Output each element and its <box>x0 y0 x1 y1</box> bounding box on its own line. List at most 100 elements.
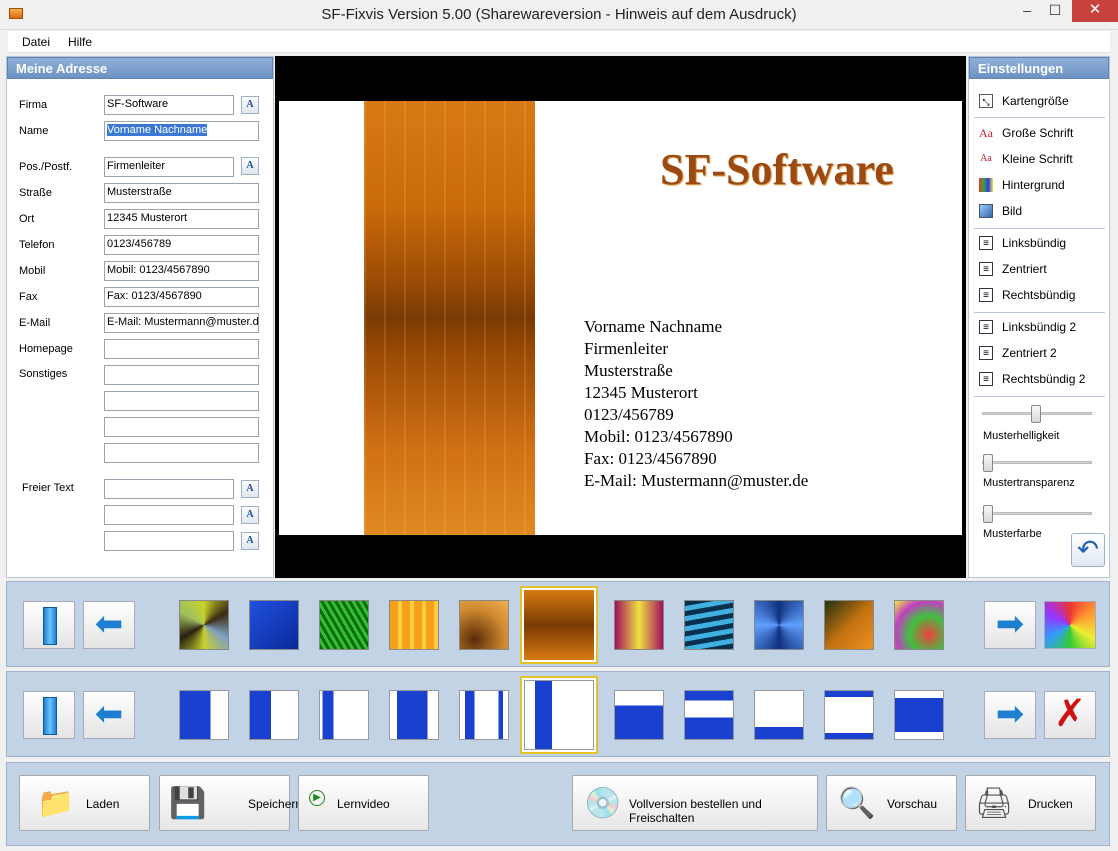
setting-align-center[interactable]: ≡ Zentriert <box>974 258 1104 280</box>
play-icon: ▶ <box>309 790 325 806</box>
card-address-block[interactable]: Vorname Nachname Firmenleiter Musterstra… <box>584 316 808 492</box>
slider-pattern-transparency[interactable] <box>982 461 1092 464</box>
card-company-name[interactable]: SF-Software <box>660 144 894 195</box>
slider-thumb[interactable] <box>983 454 993 472</box>
layout-thumb[interactable] <box>754 690 804 740</box>
label-sonstiges: Sonstiges <box>19 368 68 380</box>
setting-label: Zentriert <box>1002 262 1047 276</box>
layout-thumb[interactable] <box>249 690 299 740</box>
minimize-button[interactable]: – <box>1012 0 1042 22</box>
pattern-thumb[interactable] <box>684 600 734 650</box>
setting-large-font[interactable]: Aa Große Schrift <box>974 122 1104 144</box>
slider-thumb[interactable] <box>983 505 993 523</box>
pattern-thumb[interactable] <box>459 600 509 650</box>
undo-button[interactable]: ↶ <box>1071 533 1105 567</box>
input-strasse[interactable]: Musterstraße <box>104 183 259 203</box>
input-homepage[interactable] <box>104 339 259 359</box>
input-freier-text-3[interactable] <box>104 531 234 551</box>
menu-hilfe[interactable]: Hilfe <box>68 35 92 49</box>
layout-thumb-selected[interactable] <box>520 676 598 754</box>
order-button[interactable]: 💿 Vollversion bestellen und Freischalten <box>572 775 818 831</box>
input-sonstiges-2[interactable] <box>104 391 259 411</box>
setting-label: Kleine Schrift <box>1002 152 1073 166</box>
font-button-freetext-3[interactable]: A <box>241 532 259 550</box>
setting-background[interactable]: Hintergrund <box>974 174 1104 196</box>
setting-label: Linksbündig <box>1002 236 1067 250</box>
input-fax[interactable]: Fax: 0123/4567890 <box>104 287 259 307</box>
print-label: Drucken <box>1028 797 1073 811</box>
floppy-icon: 💾 <box>169 787 207 820</box>
font-button-freetext-2[interactable]: A <box>241 506 259 524</box>
close-button[interactable]: ✕ <box>1072 0 1118 22</box>
layout-thumb[interactable] <box>824 690 874 740</box>
layout-thumb[interactable] <box>179 690 229 740</box>
load-button[interactable]: 📁 Laden <box>19 775 150 831</box>
input-sonstiges-3[interactable] <box>104 417 259 437</box>
menu-datei[interactable]: Datei <box>22 35 50 49</box>
setting-align-left[interactable]: ≡ Linksbündig <box>974 232 1104 254</box>
pattern-thumb[interactable] <box>319 600 369 650</box>
pattern-thumb[interactable] <box>614 600 664 650</box>
layout-thumb[interactable] <box>614 690 664 740</box>
layout-next-button[interactable]: ➡ <box>984 691 1036 739</box>
card-line: Fax: 0123/4567890 <box>584 449 717 468</box>
settings-panel-header: Einstellungen <box>969 57 1109 79</box>
input-sonstiges-4[interactable] <box>104 443 259 463</box>
input-sonstiges-1[interactable] <box>104 365 259 385</box>
setting-small-font[interactable]: Aa Kleine Schrift <box>974 148 1104 170</box>
font-button-freetext-1[interactable]: A <box>241 480 259 498</box>
input-firma[interactable]: SF-Software <box>104 95 234 115</box>
setting-label: Große Schrift <box>1002 126 1074 140</box>
input-mobil[interactable]: Mobil: 0123/4567890 <box>104 261 259 281</box>
input-telefon[interactable]: 0123/456789 <box>104 235 259 255</box>
font-button-position[interactable]: A <box>241 157 259 175</box>
pattern-prev-button[interactable]: ⬅ <box>83 601 135 649</box>
pattern-next-button[interactable]: ➡ <box>984 601 1036 649</box>
label-telefon: Telefon <box>19 239 55 251</box>
card-size-icon: ⤡ <box>979 94 993 108</box>
setting-image[interactable]: Bild <box>974 200 1104 222</box>
video-button[interactable]: ▶ Lernvideo <box>298 775 429 831</box>
pattern-thumb-selected[interactable] <box>520 586 598 664</box>
slider-pattern-color[interactable] <box>982 512 1092 515</box>
layout-thumb[interactable] <box>894 690 944 740</box>
pattern-thumb[interactable] <box>824 600 874 650</box>
slider-thumb[interactable] <box>1031 405 1041 423</box>
font-button-firma[interactable]: A <box>241 96 259 114</box>
pattern-thumb[interactable] <box>754 600 804 650</box>
separator <box>974 396 1105 397</box>
label-pattern-color: Musterfarbe <box>983 528 1042 540</box>
print-button[interactable]: 🖨 Drucken <box>965 775 1096 831</box>
color-fan-button[interactable] <box>1044 601 1096 649</box>
input-position[interactable]: Firmenleiter <box>104 157 234 177</box>
layout-thumb[interactable] <box>459 690 509 740</box>
setting-align-center-2[interactable]: ≡ Zentriert 2 <box>974 342 1104 364</box>
pattern-thumb[interactable] <box>249 600 299 650</box>
input-freier-text-1[interactable] <box>104 479 234 499</box>
pattern-thumb[interactable] <box>894 600 944 650</box>
input-freier-text-2[interactable] <box>104 505 234 525</box>
setting-align-right-2[interactable]: ≡ Rechtsbündig 2 <box>974 368 1104 390</box>
input-ort[interactable]: 12345 Musterort <box>104 209 259 229</box>
layout-thumb[interactable] <box>684 690 734 740</box>
input-email[interactable]: E-Mail: Mustermann@muster.de <box>104 313 259 333</box>
setting-card-size[interactable]: ⤡ Kartengröße <box>974 90 1104 112</box>
label-ort: Ort <box>19 213 35 225</box>
preview-button[interactable]: 🔍 Vorschau <box>826 775 957 831</box>
pattern-thumb[interactable] <box>389 600 439 650</box>
layout-thumb[interactable] <box>389 690 439 740</box>
separator <box>974 312 1105 313</box>
layout-thumb[interactable] <box>319 690 369 740</box>
delete-button[interactable]: ✗ <box>1044 691 1096 739</box>
input-name[interactable]: Vorname Nachname <box>104 121 259 141</box>
label-pattern-brightness: Musterhelligkeit <box>983 430 1060 442</box>
setting-label: Zentriert 2 <box>1002 346 1057 360</box>
layout-prev-button[interactable]: ⬅ <box>83 691 135 739</box>
maximize-button[interactable]: ☐ <box>1040 0 1070 22</box>
strip-start-button[interactable] <box>23 601 75 649</box>
pattern-thumb[interactable] <box>179 600 229 650</box>
layout-start-button[interactable] <box>23 691 75 739</box>
setting-align-left-2[interactable]: ≡ Linksbündig 2 <box>974 316 1104 338</box>
setting-align-right[interactable]: ≡ Rechtsbündig <box>974 284 1104 306</box>
save-button[interactable]: 💾 Speichern <box>159 775 302 831</box>
